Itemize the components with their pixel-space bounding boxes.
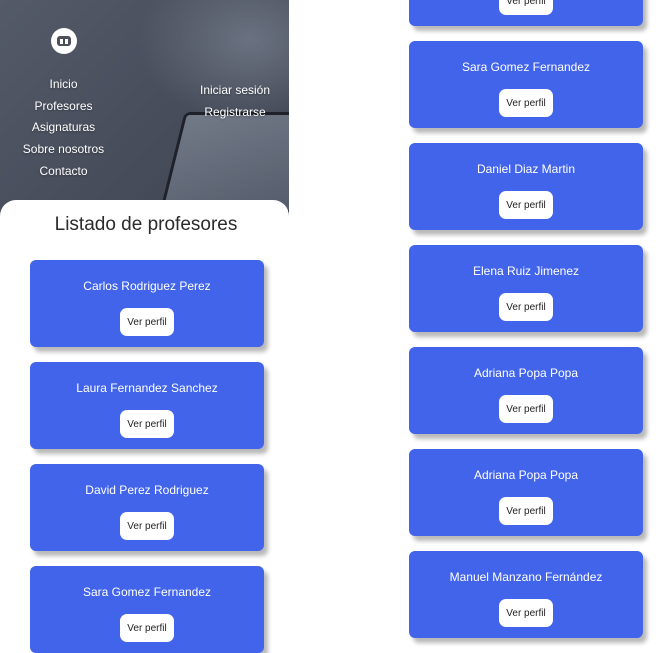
nav-profesores[interactable]: Profesores — [0, 96, 127, 118]
logo-mark — [57, 36, 71, 46]
view-profile-button[interactable]: Ver perfil — [120, 512, 174, 540]
logo-icon[interactable] — [51, 28, 77, 54]
view-profile-button[interactable]: Ver perfil — [499, 395, 553, 423]
main-nav: Inicio Profesores Asignaturas Sobre noso… — [0, 74, 127, 183]
teacher-card: Elena Ruiz Jimenez Ver perfil — [409, 245, 643, 332]
teacher-card: Daniel Diaz Martin Ver perfil — [409, 143, 643, 230]
view-profile-button[interactable]: Ver perfil — [120, 410, 174, 438]
nav-contacto[interactable]: Contacto — [0, 161, 127, 183]
teacher-name: Adriana Popa Popa — [473, 468, 579, 482]
view-profile-button[interactable]: Ver perfil — [499, 293, 553, 321]
login-link[interactable]: Iniciar sesión — [190, 80, 280, 102]
teacher-card: Sara Gomez Fernandez Ver perfil — [409, 41, 643, 128]
teacher-name: Elena Ruiz Jimenez — [472, 264, 580, 278]
view-profile-button[interactable]: Ver perfil — [120, 614, 174, 642]
view-profile-button[interactable]: Ver perfil — [499, 89, 553, 117]
teacher-name: Laura Fernandez Sanchez — [76, 381, 218, 395]
view-profile-button[interactable]: Ver perfil — [499, 0, 553, 15]
teacher-card: Manuel Manzano Fernández Ver perfil — [409, 551, 643, 638]
nav-sobre-nosotros[interactable]: Sobre nosotros — [0, 139, 127, 161]
teacher-name: Sara Gomez Fernandez — [82, 585, 212, 599]
teacher-name: Sara Gomez Fernandez — [461, 60, 591, 74]
teacher-card: Laura Fernandez Sanchez Ver perfil — [30, 362, 264, 449]
teacher-card: Ver perfil — [409, 0, 643, 26]
view-profile-button[interactable]: Ver perfil — [120, 308, 174, 336]
page-title: Listado de profesores — [54, 214, 238, 235]
view-profile-button[interactable]: Ver perfil — [499, 599, 553, 627]
teacher-name: Carlos Rodriguez Perez — [83, 279, 211, 293]
register-link[interactable]: Registrarse — [190, 102, 280, 124]
teacher-card: David Perez Rodriguez Ver perfil — [30, 464, 264, 551]
teacher-card: Adriana Popa Popa Ver perfil — [409, 347, 643, 434]
teacher-name: Adriana Popa Popa — [473, 366, 579, 380]
view-profile-button[interactable]: Ver perfil — [499, 191, 553, 219]
view-profile-button[interactable]: Ver perfil — [499, 497, 553, 525]
teacher-card: Sara Gomez Fernandez Ver perfil — [30, 566, 264, 653]
teacher-name: Daniel Diaz Martin — [476, 162, 576, 176]
teacher-name: David Perez Rodriguez — [85, 483, 209, 497]
teacher-name: Manuel Manzano Fernández — [449, 570, 603, 584]
nav-asignaturas[interactable]: Asignaturas — [0, 117, 127, 139]
teacher-card: Carlos Rodriguez Perez Ver perfil — [30, 260, 264, 347]
teacher-card: Adriana Popa Popa Ver perfil — [409, 449, 643, 536]
hero-banner: Inicio Profesores Asignaturas Sobre noso… — [0, 0, 289, 218]
auth-links: Iniciar sesión Registrarse — [190, 80, 280, 123]
nav-inicio[interactable]: Inicio — [0, 74, 127, 96]
